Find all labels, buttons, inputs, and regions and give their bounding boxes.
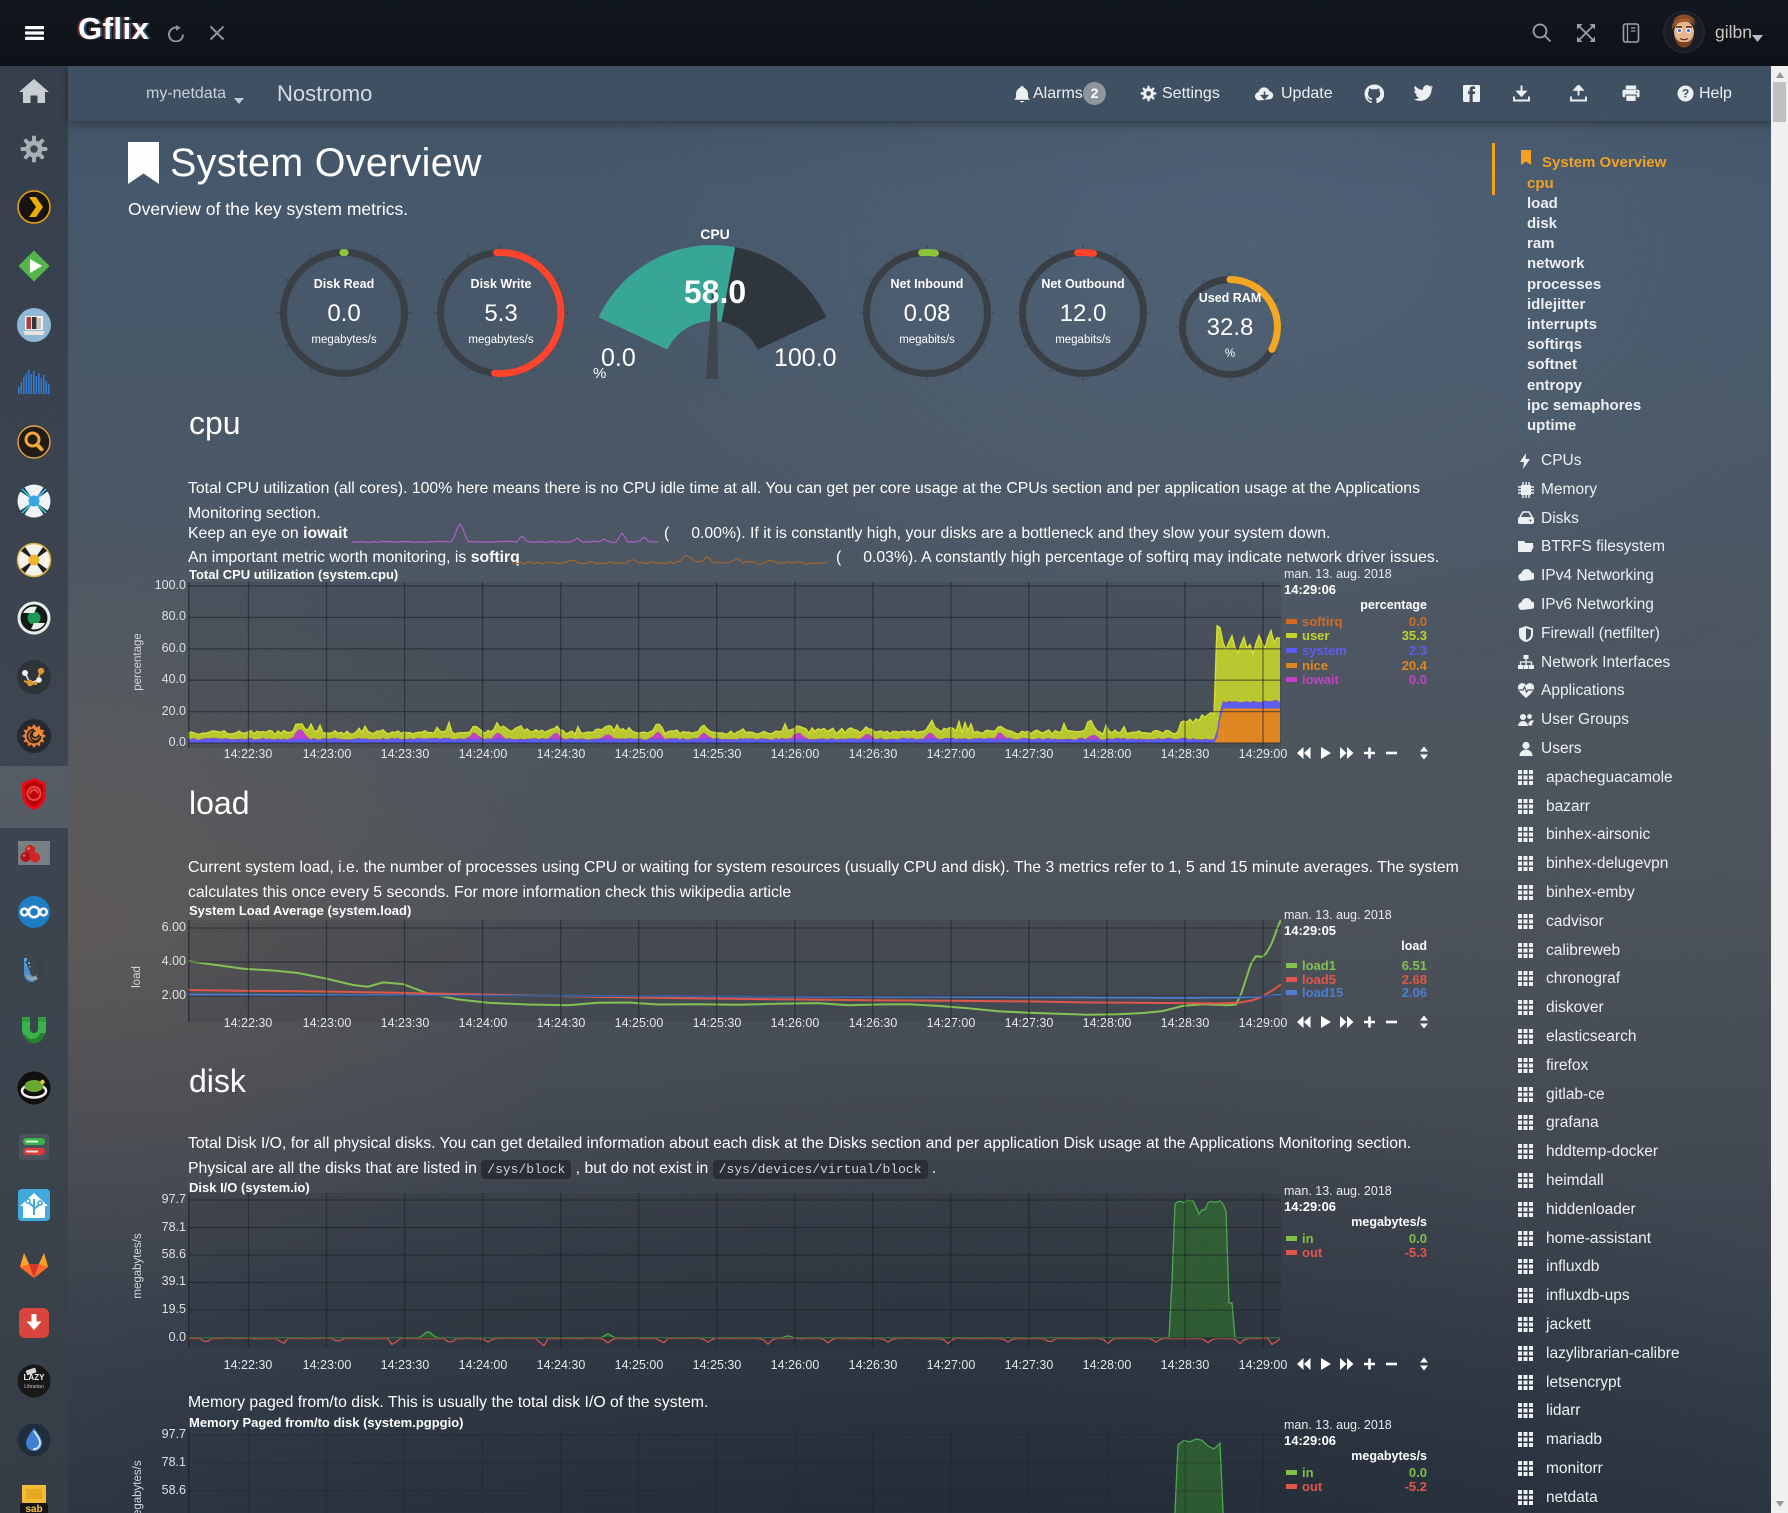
svg-text:Librarian: Librarian <box>24 1384 44 1390</box>
svg-text:sab: sab <box>25 1504 42 1513</box>
svg-text:?: ? <box>1682 87 1689 101</box>
svg-text:LAZY: LAZY <box>24 1373 46 1382</box>
